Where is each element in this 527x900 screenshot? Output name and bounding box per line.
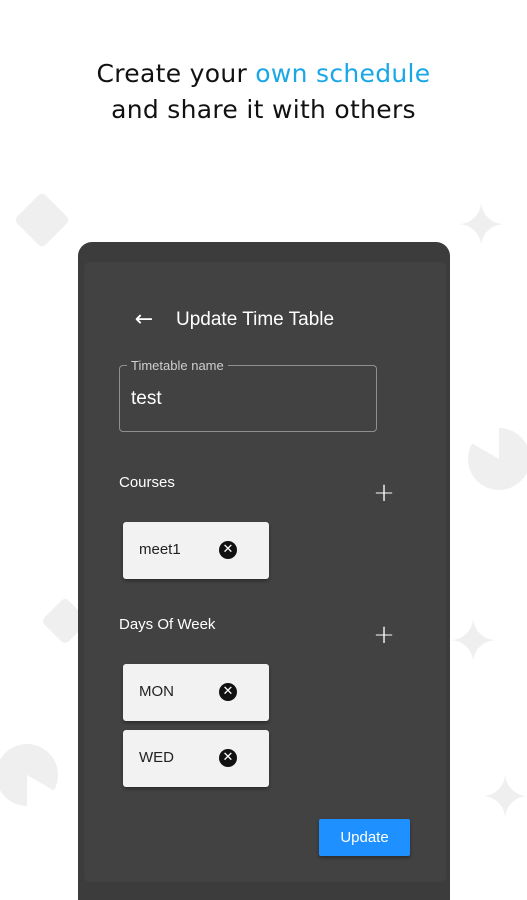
promo-line-1: Create your own schedule <box>0 56 527 92</box>
add-day-plus-icon[interactable]: + <box>371 622 397 648</box>
day-chip-label: MON <box>139 683 174 700</box>
close-circle-icon[interactable]: ✕ <box>219 749 237 767</box>
promo-line-2: and share it with others <box>111 95 416 124</box>
arrow-left-icon[interactable]: ← <box>131 306 157 334</box>
close-circle-icon[interactable]: ✕ <box>219 541 237 559</box>
promo-line-1-start: Create your <box>96 59 256 88</box>
courses-label: Courses <box>119 474 175 491</box>
page-title: Update Time Table <box>176 309 335 330</box>
decor-diamond-top-left <box>13 191 71 249</box>
day-chip[interactable]: MON ✕ <box>123 664 269 721</box>
timetable-name-input[interactable] <box>131 386 361 412</box>
decor-pacman-right <box>468 428 527 490</box>
day-chip-label: WED <box>139 749 174 766</box>
course-chip[interactable]: meet1 ✕ <box>123 522 269 579</box>
days-of-week-label: Days Of Week <box>119 616 216 633</box>
close-circle-icon[interactable]: ✕ <box>219 683 237 701</box>
decor-pacman-left <box>0 744 58 806</box>
day-chip[interactable]: WED ✕ <box>123 730 269 787</box>
add-course-plus-icon[interactable]: + <box>371 480 397 506</box>
update-button[interactable]: Update <box>319 819 410 856</box>
timetable-name-label: Timetable name <box>127 358 228 373</box>
decor-sparkle-top-right: ✦ <box>456 191 507 261</box>
promo-headline: Create your own schedule and share it wi… <box>0 56 527 128</box>
promo-line-1-accent: own schedule <box>255 59 431 88</box>
decor-sparkle-right: ✦ <box>448 607 499 677</box>
course-chip-label: meet1 <box>139 541 181 558</box>
decor-sparkle-bottom-right: ✦ <box>480 763 527 833</box>
